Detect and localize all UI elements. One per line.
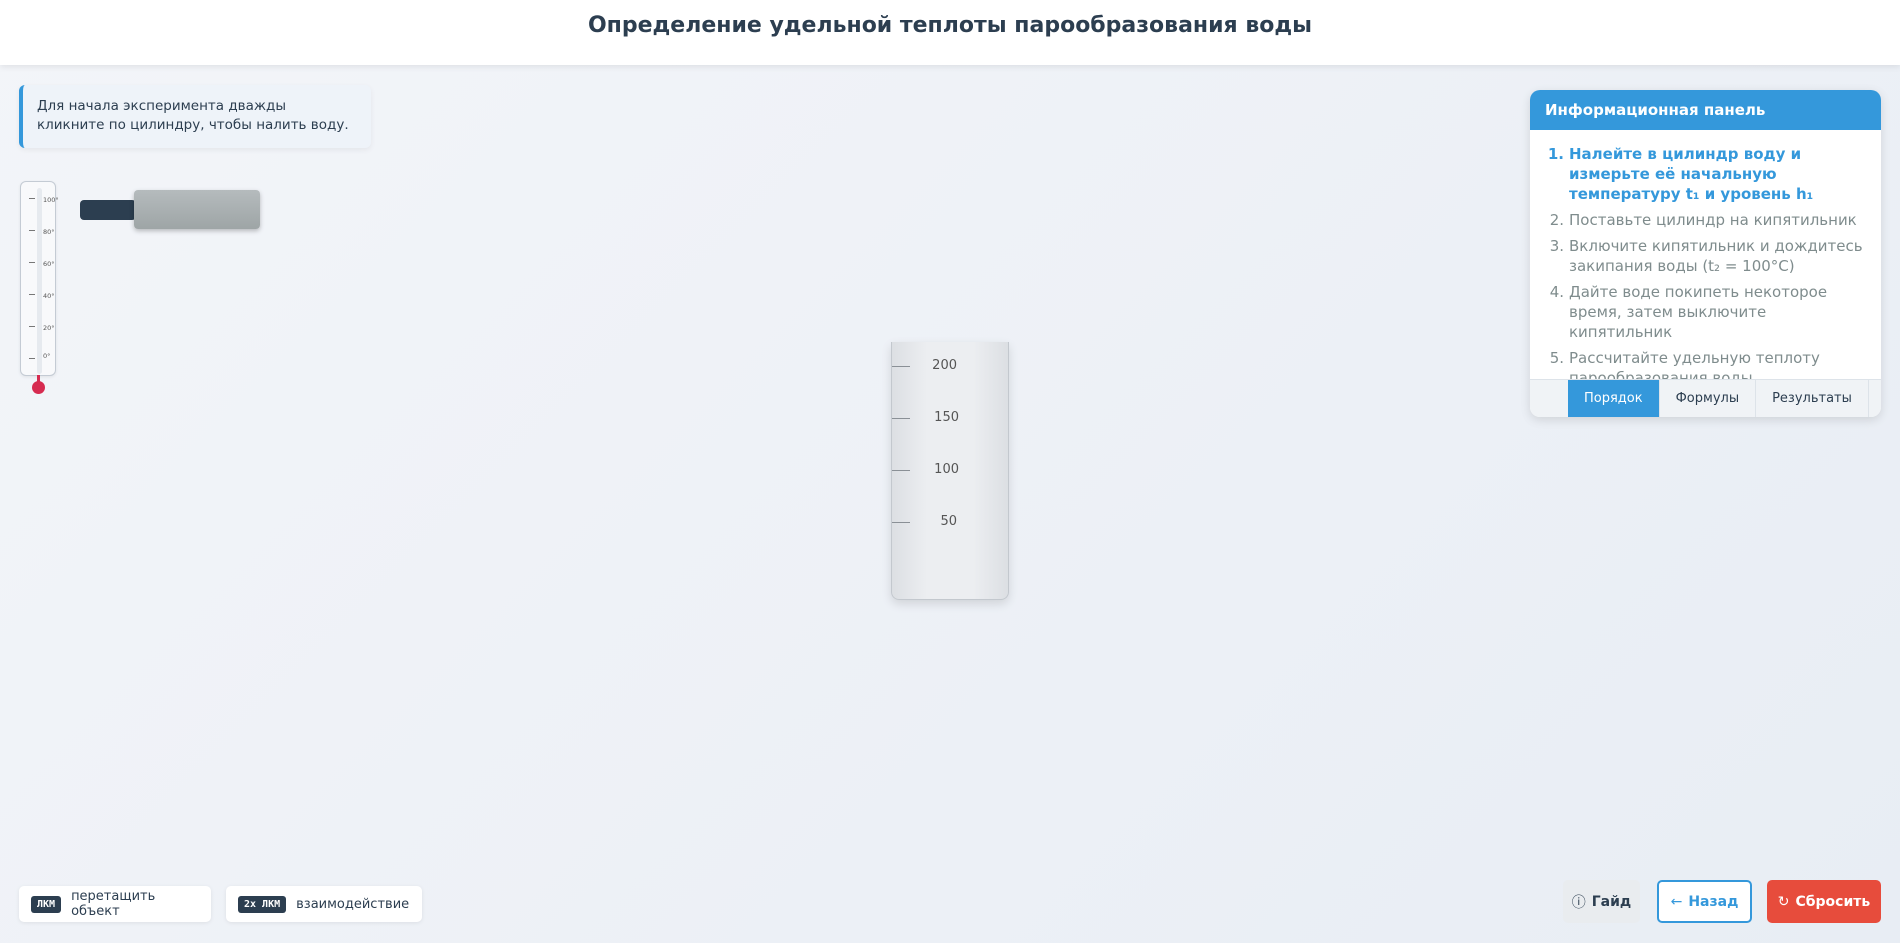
header: Определение удельной теплоты парообразов… [0, 0, 1900, 65]
info-tabs: Порядок Формулы Результаты [1530, 379, 1881, 417]
step-text: Включите кипятильник и дождитесь закипан… [1569, 237, 1863, 275]
thermometer-label: 40° [43, 292, 55, 300]
thermometer-tube [37, 188, 42, 374]
cylinder-label: 50 [940, 514, 957, 529]
step-item: 4. Дайте воде покипеть некоторое время, … [1545, 282, 1866, 342]
thermometer[interactable]: 100° 80° 60° 40° 20° 0° [20, 181, 59, 376]
thermometer-label: 60° [43, 260, 55, 268]
cylinder-label: 150 [934, 410, 959, 425]
arrow-left-icon: ← [1670, 893, 1683, 910]
thermometer-label: 0° [43, 352, 51, 360]
back-button[interactable]: ← Назад [1657, 880, 1752, 923]
reset-button[interactable]: ↻ Сбросить [1767, 880, 1881, 923]
reset-icon: ↻ [1777, 893, 1790, 910]
heater[interactable] [134, 190, 260, 229]
thermometer-bulb [32, 381, 45, 394]
cylinder-label: 200 [932, 358, 957, 373]
page-title: Определение удельной теплоты парообразов… [587, 13, 1313, 38]
hotkey-drag: ЛКМ перетащить объект [19, 886, 211, 922]
tab-results[interactable]: Результаты [1756, 380, 1869, 417]
tab-formulas[interactable]: Формулы [1660, 380, 1757, 417]
thermometer-label: 100° [43, 196, 59, 204]
step-text: Поставьте цилиндр на кипятильник [1569, 211, 1857, 229]
steps-list: 1. Налейте в цилиндр воду и измерьте её … [1530, 130, 1881, 388]
step-item: 3. Включите кипятильник и дождитесь заки… [1545, 236, 1866, 276]
key-double-lmb: 2x ЛКМ [238, 895, 287, 913]
step-item: 1. Налейте в цилиндр воду и измерьте её … [1545, 144, 1866, 204]
thermometer-label: 20° [43, 324, 55, 332]
step-text: Дайте воде покипеть некоторое время, зат… [1569, 283, 1828, 341]
key-lmb: ЛКМ [31, 895, 62, 913]
step-text: Налейте в цилиндр воду и измерьте её нач… [1569, 145, 1814, 203]
hotkey-interact: 2x ЛКМ взаимодействие [226, 886, 422, 922]
measuring-cylinder[interactable]: 200 150 100 50 [891, 342, 1009, 600]
hint-box: Для начала эксперимента дважды кликните … [19, 85, 371, 148]
heater-handle[interactable] [80, 200, 136, 220]
hotkey-label: перетащить объект [71, 889, 156, 919]
thermometer-label: 80° [43, 228, 55, 236]
cylinder-label: 100 [934, 462, 959, 477]
hotkey-label: взаимодействие [296, 896, 410, 912]
tab-order[interactable]: Порядок [1568, 380, 1660, 417]
step-item: 2. Поставьте цилиндр на кипятильник [1549, 211, 1857, 229]
info-panel-title: Информационная панель [1530, 90, 1881, 130]
info-panel: Информационная панель 1. Налейте в цилин… [1530, 90, 1881, 417]
guide-button[interactable]: ⓘ Гайд [1563, 880, 1640, 923]
info-icon: ⓘ [1571, 894, 1586, 911]
